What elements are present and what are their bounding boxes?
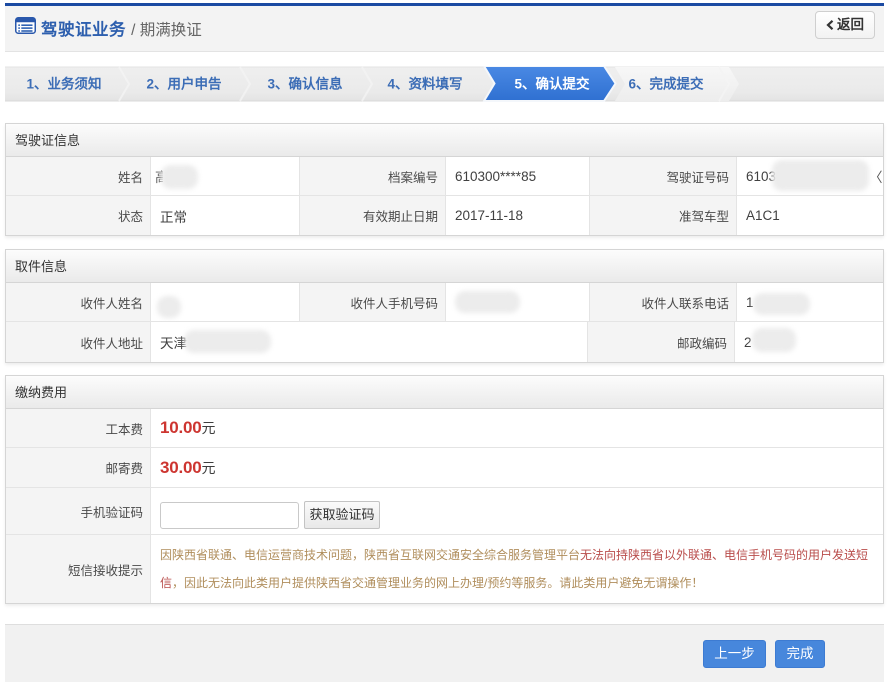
svg-text:5、确认提交: 5、确认提交 [514, 76, 590, 92]
svg-text:4、资料填写: 4、资料填写 [387, 76, 462, 92]
svg-text:6、完成提交: 6、完成提交 [628, 76, 704, 92]
svg-text:3、确认信息: 3、确认信息 [267, 76, 343, 92]
svg-text:2、用户申告: 2、用户申告 [146, 76, 221, 92]
svg-text:1、业务须知: 1、业务须知 [26, 76, 101, 92]
